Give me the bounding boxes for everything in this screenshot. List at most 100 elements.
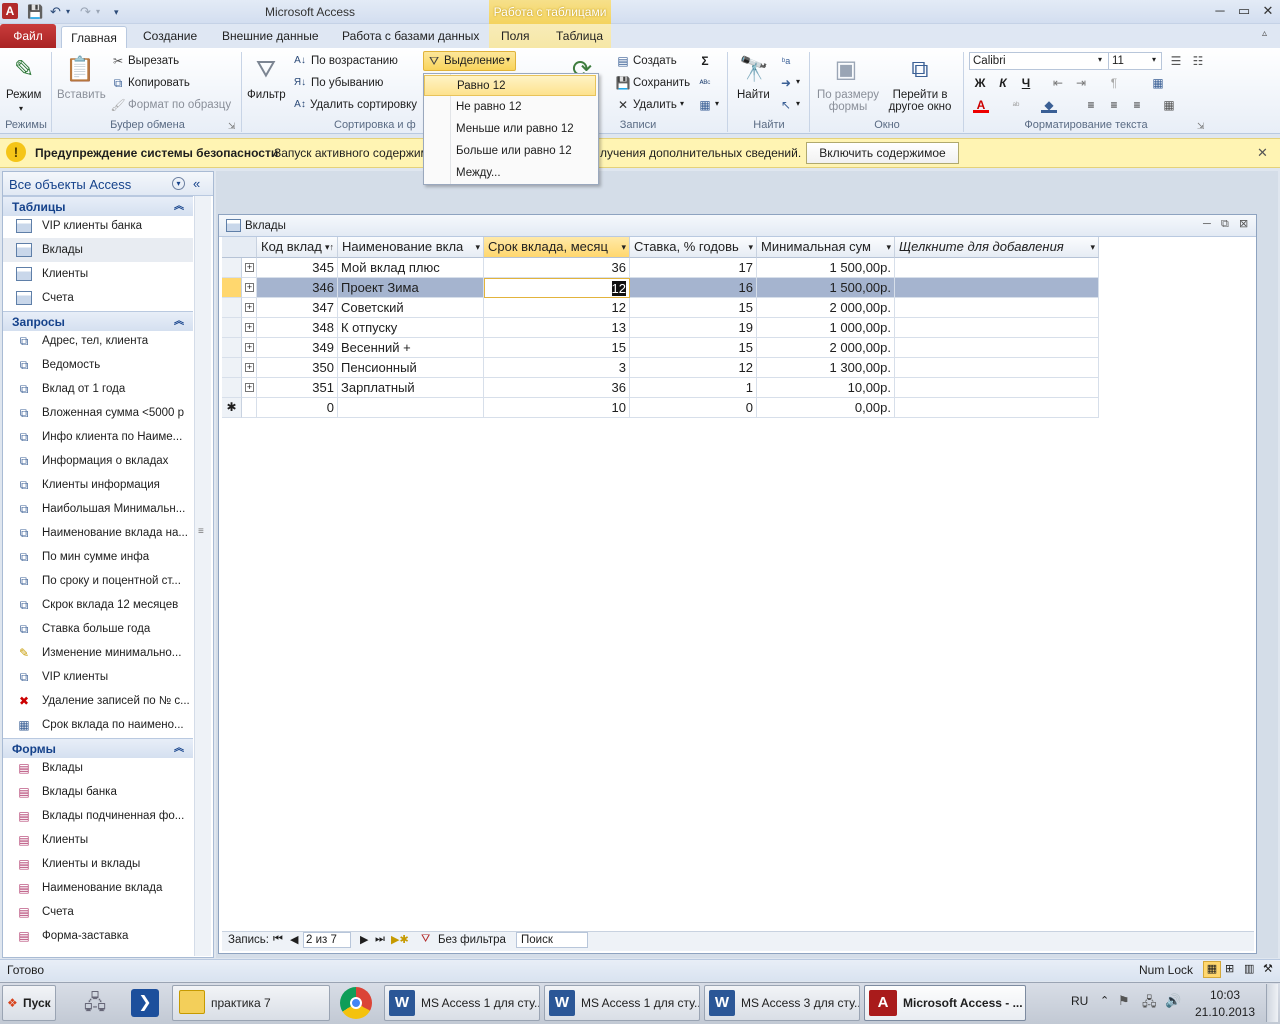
- table-cell[interactable]: [895, 278, 1099, 298]
- shutter-bar-icon[interactable]: «: [193, 176, 200, 191]
- doc-close-icon[interactable]: ⊠: [1239, 217, 1248, 230]
- no-filter-icon[interactable]: ⛛: [421, 933, 430, 946]
- table-cell[interactable]: 3: [484, 358, 630, 378]
- table-cell[interactable]: 0: [257, 398, 338, 418]
- nav-group-tables[interactable]: Таблицы ︽: [3, 196, 193, 216]
- nav-item-queries[interactable]: ⧉ Вклад от 1 года: [3, 377, 193, 401]
- table-cell[interactable]: 15: [630, 298, 757, 318]
- table-cell[interactable]: 12: [630, 358, 757, 378]
- tab-home[interactable]: Главная: [61, 26, 127, 49]
- table-cell[interactable]: [895, 258, 1099, 278]
- delete-dropdown-icon[interactable]: ▾: [680, 99, 684, 108]
- doc-restore-icon[interactable]: ⧉: [1221, 218, 1229, 231]
- nav-pane-scrollbar[interactable]: [194, 196, 211, 956]
- nav-item-queries[interactable]: ⧉ Скрок вклада 12 месяцев: [3, 593, 193, 617]
- numbering-icon[interactable]: ☷: [1190, 53, 1206, 69]
- expand-plus-icon[interactable]: +: [245, 383, 254, 392]
- dropdown-item[interactable]: Меньше или равно 12: [424, 119, 596, 140]
- text-format-launcher-icon[interactable]: ⇲: [1197, 121, 1205, 132]
- col-header-add-new[interactable]: Щелкните для добавления ▾: [895, 237, 1099, 258]
- nav-item-forms[interactable]: ▤ Вклады: [3, 756, 193, 780]
- row-selector[interactable]: [222, 318, 242, 338]
- next-record-icon[interactable]: ▶: [360, 933, 368, 946]
- table-cell[interactable]: Зарплатный: [338, 378, 484, 398]
- first-record-icon[interactable]: ⏮: [273, 933, 283, 946]
- format-painter-button[interactable]: Формат по образцу: [128, 99, 231, 111]
- nav-item-queries[interactable]: ⧉ Ведомость: [3, 353, 193, 377]
- subdatasheet-cell[interactable]: +: [242, 338, 257, 358]
- table-cell[interactable]: 0: [630, 398, 757, 418]
- tab-fields[interactable]: Поля: [493, 24, 538, 48]
- clock-date[interactable]: 21.10.2013: [1190, 1005, 1260, 1019]
- table-cell[interactable]: [895, 398, 1099, 418]
- table-cell[interactable]: 1: [630, 378, 757, 398]
- dropdown-item[interactable]: Между...: [424, 163, 596, 184]
- row-selector[interactable]: [222, 358, 242, 378]
- table-cell[interactable]: [895, 338, 1099, 358]
- tab-table[interactable]: Таблица: [548, 24, 611, 48]
- clipboard-launcher-icon[interactable]: ⇲: [228, 121, 236, 132]
- save-icon[interactable]: 💾: [27, 3, 45, 21]
- cut-button[interactable]: Вырезать: [128, 55, 179, 67]
- table-cell[interactable]: [895, 298, 1099, 318]
- expand-plus-icon[interactable]: +: [245, 283, 254, 292]
- last-record-icon[interactable]: ⏭: [375, 933, 385, 946]
- paste-icon[interactable]: 📋: [64, 54, 96, 86]
- goto-icon[interactable]: ➜: [778, 75, 794, 91]
- start-button[interactable]: ❖ Пуск: [2, 985, 56, 1021]
- table-cell[interactable]: 15: [484, 338, 630, 358]
- table-cell[interactable]: 12: [484, 278, 630, 298]
- dropdown-item[interactable]: Равно 12: [424, 75, 596, 96]
- taskbar-item-practice-7[interactable]: практика 7: [172, 985, 330, 1021]
- table-cell[interactable]: 36: [484, 258, 630, 278]
- more-records-icon[interactable]: ▦: [697, 97, 713, 113]
- nav-item-tables[interactable]: VIP клиенты банка: [3, 214, 193, 238]
- nav-group-forms[interactable]: Формы ︽: [3, 738, 193, 758]
- taskbar-item-word-3[interactable]: W MS Access 3 для сту...: [704, 985, 860, 1021]
- view-mode-icon[interactable]: ✎: [8, 54, 40, 86]
- close-icon[interactable]: ✕: [1256, 2, 1280, 20]
- decrease-indent-icon[interactable]: ⇤: [1050, 75, 1066, 91]
- table-cell[interactable]: 349: [257, 338, 338, 358]
- new-record-icon[interactable]: ▤: [615, 53, 631, 69]
- table-cell[interactable]: 1 500,00р.: [757, 258, 895, 278]
- expand-plus-icon[interactable]: +: [245, 343, 254, 352]
- access-app-icon[interactable]: A: [2, 3, 18, 19]
- nav-item-queries[interactable]: ✎ Изменение минимально...: [3, 641, 193, 665]
- subdatasheet-cell[interactable]: +: [242, 358, 257, 378]
- copy-button[interactable]: Копировать: [128, 77, 190, 89]
- delete-record-button[interactable]: Удалить: [633, 99, 677, 111]
- clock-time[interactable]: 10:03: [1196, 988, 1254, 1002]
- volume-icon[interactable]: 🔊: [1165, 993, 1181, 1009]
- doc-minimize-icon[interactable]: ─: [1203, 218, 1211, 230]
- row-selector[interactable]: [222, 338, 242, 358]
- subdatasheet-cell[interactable]: +: [242, 378, 257, 398]
- table-cell[interactable]: 19: [630, 318, 757, 338]
- table-cell[interactable]: 348: [257, 318, 338, 338]
- col-header-name[interactable]: Наименование вкла ▾: [338, 237, 484, 258]
- table-cell[interactable]: Советский: [338, 298, 484, 318]
- prev-record-icon[interactable]: ◀: [290, 933, 298, 946]
- nav-item-forms[interactable]: ▤ Вклады банка: [3, 780, 193, 804]
- table-cell[interactable]: [338, 398, 484, 418]
- dropdown-item[interactable]: Не равно 12: [424, 97, 596, 118]
- table-cell[interactable]: 351: [257, 378, 338, 398]
- pivotchart-view-icon[interactable]: ▥: [1244, 962, 1254, 975]
- subdatasheet-cell[interactable]: +: [242, 278, 257, 298]
- replace-icon[interactable]: ᵇa: [778, 53, 794, 69]
- table-cell[interactable]: 36: [484, 378, 630, 398]
- table-cell[interactable]: 10,00р.: [757, 378, 895, 398]
- bullets-icon[interactable]: ☰: [1168, 53, 1184, 69]
- fit-form-button[interactable]: По размеру формы: [816, 89, 880, 113]
- table-cell[interactable]: 1 500,00р.: [757, 278, 895, 298]
- nav-item-forms[interactable]: ▤ Клиенты: [3, 828, 193, 852]
- remove-sort-icon[interactable]: A↕: [292, 97, 308, 113]
- save-record-button[interactable]: Сохранить: [633, 77, 690, 89]
- record-position-input[interactable]: 2 из 7: [303, 932, 351, 948]
- font-size-dropdown-icon[interactable]: ▾: [1152, 55, 1156, 64]
- pivottable-view-icon[interactable]: ⊞: [1225, 962, 1234, 975]
- network-computer-icon[interactable]: 🖧: [80, 988, 110, 1018]
- find-button[interactable]: Найти: [737, 89, 770, 101]
- font-color-icon[interactable]: A: [973, 97, 989, 113]
- table-cell[interactable]: 0,00р.: [757, 398, 895, 418]
